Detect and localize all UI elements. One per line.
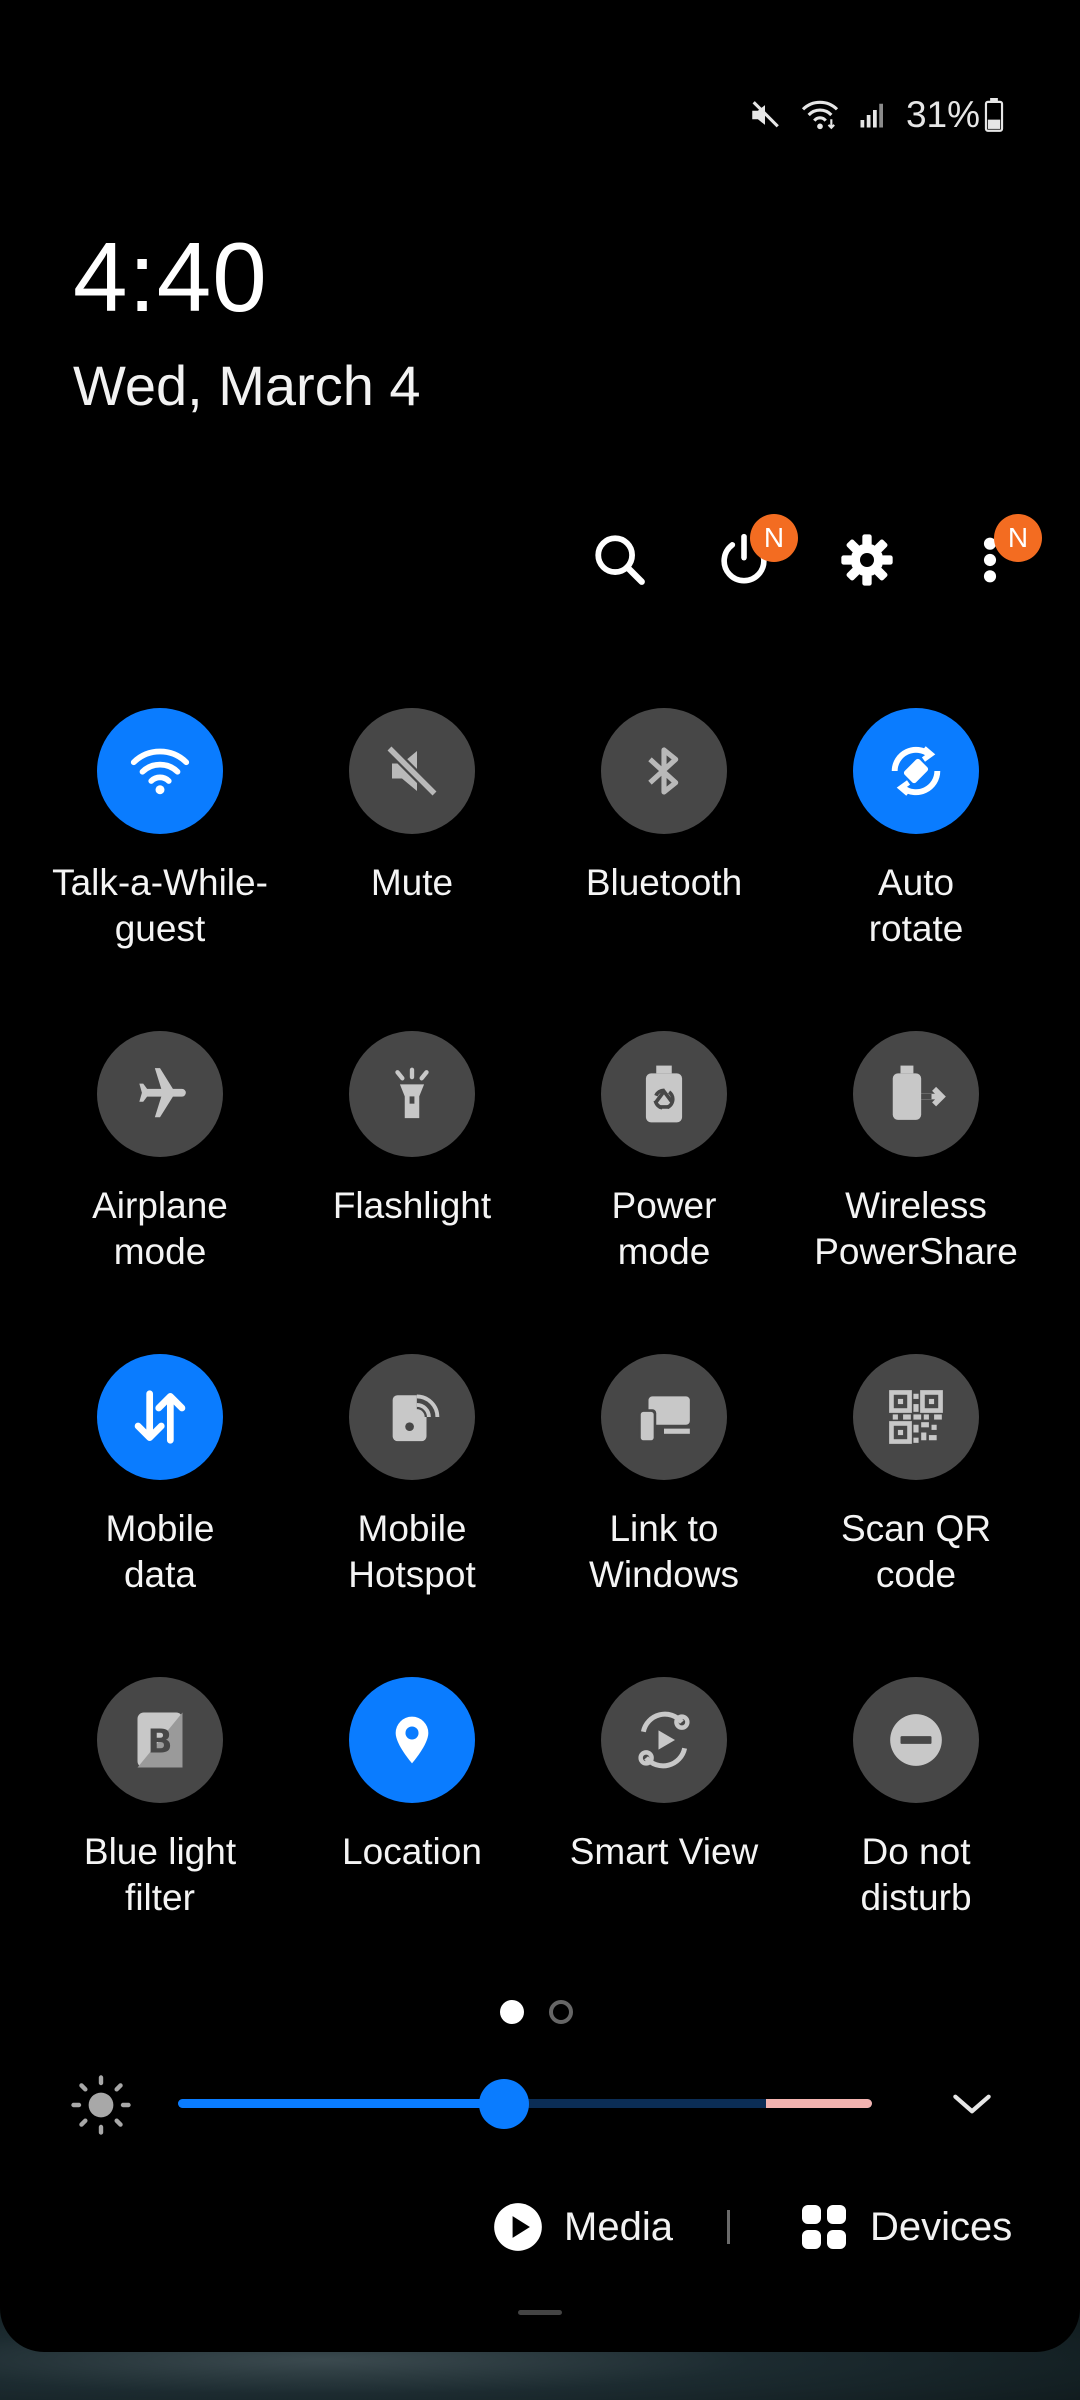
do-not-disturb-icon	[853, 1677, 979, 1803]
brightness-high-zone	[766, 2099, 872, 2108]
tile-label: Flashlight	[332, 1185, 492, 1226]
media-button[interactable]: Media	[492, 2197, 673, 2257]
tile-link-to-windows[interactable]: Link to Windows	[544, 1354, 784, 1654]
page-dot-active	[500, 2000, 524, 2024]
blue-light-filter-icon: B	[97, 1677, 223, 1803]
tile-wifi[interactable]: Talk-a-While-guest	[40, 708, 280, 1008]
settings-button[interactable]	[827, 520, 907, 600]
tile-power-mode[interactable]: Power mode	[544, 1031, 784, 1331]
power-button[interactable]: N	[704, 514, 798, 600]
tile-blue-light-filter[interactable]: B Blue light filter	[40, 1677, 280, 1977]
wifi-icon	[97, 708, 223, 834]
smart-view-icon	[601, 1677, 727, 1803]
tile-do-not-disturb[interactable]: Do not disturb	[796, 1677, 1036, 1977]
drag-handle[interactable]	[518, 2310, 562, 2315]
mute-status-icon	[752, 101, 779, 128]
tile-auto-rotate[interactable]: Auto rotate	[796, 708, 1036, 1008]
tile-label: Do not disturb	[860, 1831, 972, 1918]
hotspot-icon	[349, 1354, 475, 1480]
mobile-data-icon	[97, 1354, 223, 1480]
auto-rotate-icon	[853, 708, 979, 834]
brightness-fill	[178, 2099, 505, 2108]
tile-label: Bluetooth	[585, 862, 743, 903]
more-options-button[interactable]: N	[950, 514, 1042, 600]
tile-label: Mobile data	[105, 1508, 215, 1595]
play-icon	[494, 2203, 542, 2251]
tile-bluetooth[interactable]: Bluetooth	[544, 708, 784, 1008]
tile-mobile-data[interactable]: Mobile data	[40, 1354, 280, 1654]
tile-wireless-powershare[interactable]: Wireless PowerShare	[796, 1031, 1036, 1331]
link-to-windows-icon	[601, 1354, 727, 1480]
more-options-badge: N	[994, 514, 1042, 562]
brightness-slider[interactable]	[178, 2079, 872, 2129]
tile-label: Mute	[370, 862, 454, 903]
page-dot[interactable]	[549, 2000, 573, 2024]
tile-label: Wireless PowerShare	[814, 1185, 1018, 1272]
devices-label: Devices	[870, 2204, 1013, 2249]
divider	[727, 2210, 730, 2244]
devices-button[interactable]: Devices	[800, 2197, 1012, 2257]
tile-label: Scan QR code	[840, 1508, 992, 1595]
tile-location[interactable]: Location	[292, 1677, 532, 1977]
power-mode-icon	[601, 1031, 727, 1157]
tile-label: Blue light filter	[83, 1831, 237, 1918]
wifi-status-icon	[801, 100, 839, 130]
media-label: Media	[564, 2204, 673, 2249]
tile-smart-view[interactable]: Smart View	[544, 1677, 784, 1977]
tile-flashlight[interactable]: Flashlight	[292, 1031, 532, 1331]
battery-icon	[984, 98, 1004, 132]
signal-icon	[860, 103, 883, 128]
tile-mobile-hotspot[interactable]: Mobile Hotspot	[292, 1354, 532, 1654]
page-indicator	[500, 2000, 573, 2024]
brightness-icon	[71, 2075, 131, 2135]
svg-text:B: B	[148, 1723, 173, 1761]
tile-label: Link to Windows	[588, 1508, 740, 1595]
tile-label: Smart View	[569, 1831, 759, 1872]
devices-grid-icon	[802, 2205, 846, 2249]
wireless-powershare-icon	[853, 1031, 979, 1157]
flashlight-icon	[349, 1031, 475, 1157]
qr-code-icon	[853, 1354, 979, 1480]
status-bar: 31%	[748, 90, 1004, 140]
airplane-icon	[97, 1031, 223, 1157]
battery-percent: 31%	[905, 94, 980, 135]
gear-icon	[841, 534, 893, 586]
tile-label: Location	[342, 1831, 482, 1872]
clock-time: 4:40	[73, 222, 268, 332]
location-icon	[349, 1677, 475, 1803]
brightness-thumb[interactable]	[479, 2079, 530, 2129]
chevron-down-icon[interactable]	[944, 2080, 1000, 2130]
power-badge: N	[750, 514, 798, 562]
tile-label: Mobile Hotspot	[348, 1508, 476, 1595]
tile-label: Auto rotate	[868, 862, 964, 949]
bluetooth-icon	[601, 708, 727, 834]
mute-icon	[349, 708, 475, 834]
tile-airplane-mode[interactable]: Airplane mode	[40, 1031, 280, 1331]
tile-label: Power mode	[611, 1185, 717, 1272]
quick-settings-panel: 31% 4:40 Wed, March 4 N N Talk-a-While- …	[0, 0, 1080, 2352]
tile-label: Airplane mode	[92, 1185, 228, 1272]
clock-date: Wed, March 4	[73, 354, 421, 417]
search-icon	[595, 535, 645, 585]
tile-mute[interactable]: Mute	[292, 708, 532, 1008]
tile-label: Talk-a-While-guest	[52, 862, 268, 949]
tile-scan-qr-code[interactable]: Scan QR code	[796, 1354, 1036, 1654]
search-button[interactable]	[580, 520, 660, 600]
